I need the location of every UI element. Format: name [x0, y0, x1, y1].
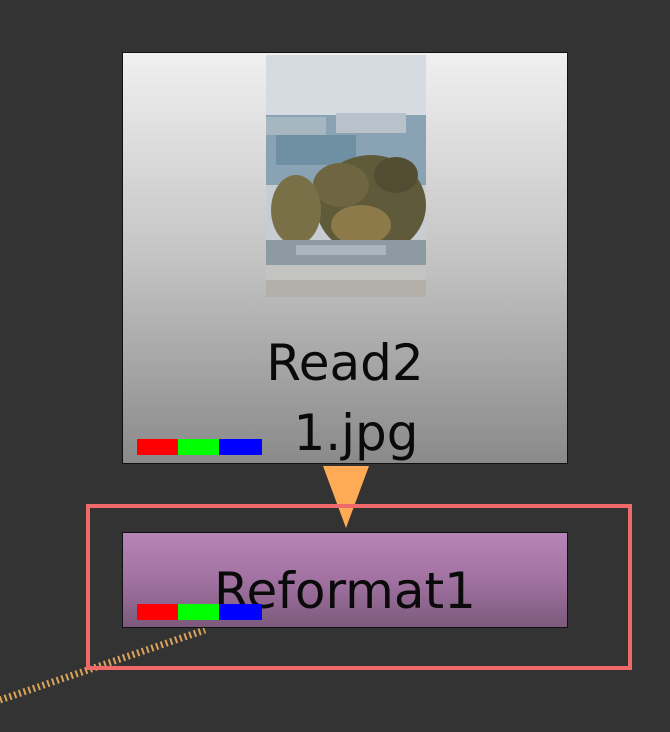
- red-channel-swatch: [137, 439, 178, 455]
- read-node-name: Read2: [266, 334, 424, 392]
- node-graph-canvas[interactable]: Read2 1.jpg Reformat1: [0, 0, 670, 732]
- blue-channel-swatch: [219, 439, 262, 455]
- landscape-thumbnail-icon: [266, 55, 426, 297]
- green-channel-swatch: [178, 439, 219, 455]
- read-node-channel-indicator: [137, 439, 262, 455]
- selection-highlight: [86, 504, 632, 670]
- read-node-thumbnail: [266, 55, 426, 297]
- read-node[interactable]: Read2 1.jpg: [122, 52, 568, 464]
